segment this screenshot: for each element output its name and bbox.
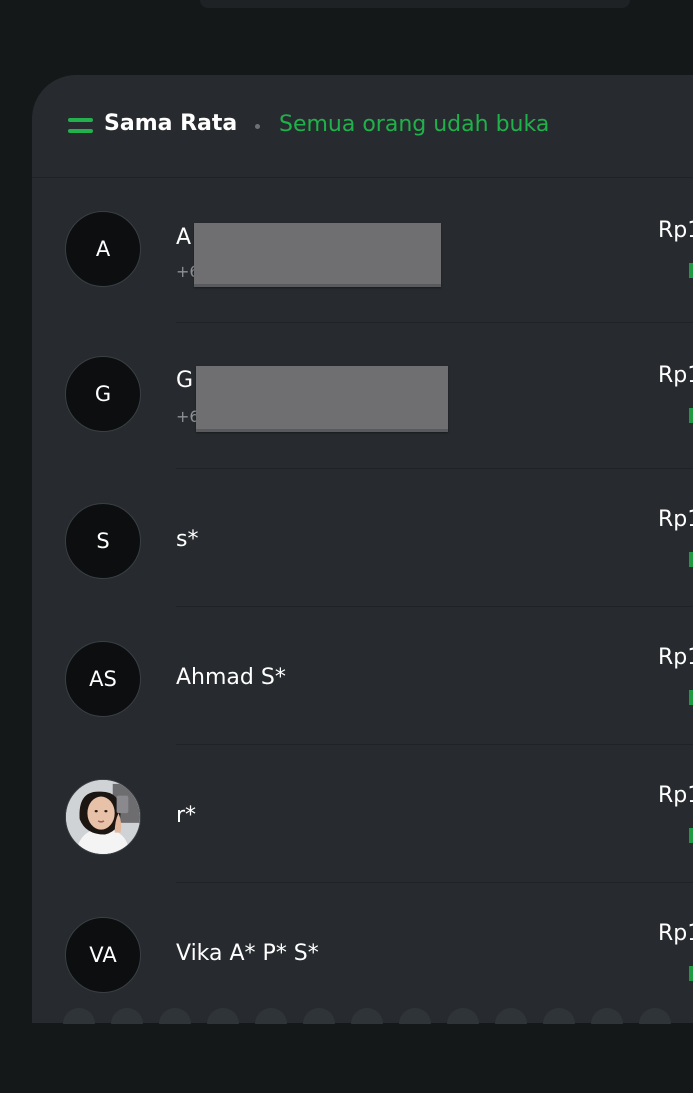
participant-name: Ahmad S* [176,665,286,690]
avatar: AS [65,641,141,717]
participant-name: G [176,368,194,393]
split-bill-card: Sama Rata Semua orang udah buka A A +6 R… [32,75,693,1023]
participant-row[interactable]: AS Ahmad S* Rp1 [32,607,693,745]
paid-status-indicator [689,263,693,278]
split-method-title: Sama Rata [104,111,238,136]
open-status-text: Semua orang udah buka [279,112,550,137]
card-header: Sama Rata Semua orang udah buka [32,75,693,178]
participant-row[interactable]: VA Vika A* P* S* Rp1 [32,883,693,1023]
avatar: G [65,356,141,432]
split-equal-icon [68,118,93,134]
participant-amount: Rp1 [658,921,693,946]
redaction-block [194,223,441,287]
participant-amount: Rp1 [658,783,693,808]
participant-name: s* [176,527,199,552]
profile-photo-icon [66,780,140,854]
scalloped-edge [63,1008,693,1024]
participant-name: A [176,225,192,250]
participant-name: Vika A* P* S* [176,941,319,966]
participant-row[interactable]: r* Rp1 [32,745,693,883]
redaction-block [196,366,448,432]
participant-amount: Rp1 [658,645,693,670]
avatar-initials: A [95,237,111,261]
avatar: S [65,503,141,579]
participant-amount: Rp1 [658,507,693,532]
top-notch [200,0,630,8]
participant-row[interactable]: S s* Rp1 [32,469,693,607]
paid-status-indicator [689,966,693,981]
paid-status-indicator [689,828,693,843]
avatar: A [65,211,141,287]
avatar-photo [65,779,141,855]
avatar: VA [65,917,141,993]
avatar-initials: S [96,529,110,553]
paid-status-indicator [689,552,693,567]
participant-amount: Rp1 [658,218,693,243]
participant-row[interactable]: G G +6 Rp1 [32,323,693,469]
participant-row[interactable]: A A +6 Rp1 [32,178,693,323]
paid-status-indicator [689,408,693,423]
avatar-initials: G [94,382,112,406]
paid-status-indicator [689,690,693,705]
participant-name: r* [176,803,197,828]
participant-amount: Rp1 [658,363,693,388]
avatar-initials: AS [89,667,117,691]
separator-dot [255,124,260,129]
avatar-initials: VA [89,943,117,967]
